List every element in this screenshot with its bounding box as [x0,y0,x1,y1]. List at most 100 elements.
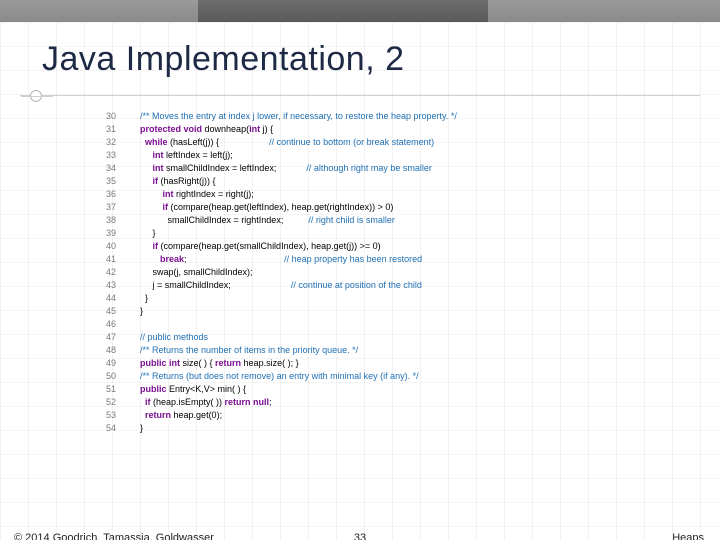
code-text [130,358,140,368]
code-text: ; [184,254,284,264]
code-line: 45 } [90,305,666,318]
page-title: Java Implementation, 2 [42,40,405,79]
code-line: 35 if (hasRight(j)) { [90,175,666,188]
code-text [130,397,145,407]
line-number: 34 [90,162,116,175]
code-line: 49 public int size( ) { return heap.size… [90,357,666,370]
code-line: 34 int smallChildIndex = leftIndex; // a… [90,162,666,175]
code-keyword: int [153,150,164,160]
code-line: 39 } [90,227,666,240]
line-number: 46 [90,318,116,331]
line-number: 36 [90,188,116,201]
code-text: (compare(heap.get(leftIndex), heap.get(r… [168,202,393,212]
slide-body: Java Implementation, 2 30 /** Moves the … [0,22,720,540]
line-number: 30 [90,110,116,123]
code-line: 44 } [90,292,666,305]
code-text: } [130,306,143,316]
footer-page-number: 33 [0,532,720,540]
code-keyword: return [215,358,241,368]
code-text: size( ) { [180,358,215,368]
code-line: 54 } [90,422,666,435]
code-comment: // public methods [140,332,208,342]
code-text: downheap( [202,124,249,134]
code-keyword: int [153,163,164,173]
code-text [130,189,163,199]
code-text [130,410,145,420]
code-text: heap.size( ); } [241,358,299,368]
code-text: } [130,228,156,238]
code-line: 30 /** Moves the entry at index j lower,… [90,110,666,123]
code-text: Entry<K,V> min( ) { [167,384,247,394]
code-comment: // right child is smaller [308,215,395,225]
code-keyword: return [145,410,171,420]
code-text: (hasRight(j)) { [158,176,216,186]
code-line: 32 while (hasLeft(j)) { // continue to b… [90,136,666,149]
code-text [130,345,140,355]
line-number: 49 [90,357,116,370]
code-text: (hasLeft(j)) { [168,137,270,147]
code-comment: // heap property has been restored [284,254,422,264]
code-text [130,254,160,264]
line-number: 47 [90,331,116,344]
code-line: 38 smallChildIndex = rightIndex; // righ… [90,214,666,227]
code-line: 51 public Entry<K,V> min( ) { [90,383,666,396]
code-keyword: public int [140,358,180,368]
code-line: 53 return heap.get(0); [90,409,666,422]
code-text: ; [269,397,272,407]
code-comment: /** Returns the number of items in the p… [140,345,358,355]
line-number: 45 [90,305,116,318]
title-bar-dark-segment [198,0,488,22]
code-text: j = smallChildIndex; [130,280,291,290]
code-line: 47 // public methods [90,331,666,344]
line-number: 31 [90,123,116,136]
code-keyword: protected void [140,124,202,134]
code-line: 33 int leftIndex = left(j); [90,149,666,162]
code-comment: // although right may be smaller [306,163,432,173]
line-number: 51 [90,383,116,396]
code-comment: // continue at position of the child [291,280,422,290]
code-line: 36 int rightIndex = right(j); [90,188,666,201]
code-text [130,176,153,186]
code-text: rightIndex = right(j); [174,189,254,199]
code-text [130,124,140,134]
code-line: 48 /** Returns the number of items in th… [90,344,666,357]
code-text [130,332,140,342]
code-line: 40 if (compare(heap.get(smallChildIndex)… [90,240,666,253]
code-text: swap(j, smallChildIndex); [130,267,253,277]
line-number: 32 [90,136,116,149]
code-text [130,371,140,381]
line-number: 43 [90,279,116,292]
line-number: 54 [90,422,116,435]
line-number: 35 [90,175,116,188]
code-keyword: return null [225,397,270,407]
code-line: 52 if (heap.isEmpty( )) return null; [90,396,666,409]
code-text: } [130,423,143,433]
code-keyword: public [140,384,167,394]
code-comment: /** Moves the entry at index j lower, if… [140,111,457,121]
code-keyword: int [249,124,260,134]
code-text [130,111,140,121]
line-number: 42 [90,266,116,279]
code-text [130,384,140,394]
code-comment: // continue to bottom (or break statemen… [269,137,434,147]
footer-section: Heaps [672,532,704,540]
line-number: 44 [90,292,116,305]
code-line: 31 protected void downheap(int j) { [90,123,666,136]
code-listing: 30 /** Moves the entry at index j lower,… [90,110,666,435]
code-line: 46 [90,318,666,331]
code-text: smallChildIndex = rightIndex; [130,215,308,225]
code-line: 43 j = smallChildIndex; // continue at p… [90,279,666,292]
code-keyword: break [160,254,184,264]
code-comment: /** Returns (but does not remove) an ent… [140,371,419,381]
code-text [130,137,145,147]
line-number: 53 [90,409,116,422]
code-text [130,150,153,160]
line-number: 41 [90,253,116,266]
code-text [130,163,153,173]
code-text: smallChildIndex = leftIndex; [164,163,307,173]
code-text: } [130,293,148,303]
title-bar-gradient [0,0,720,22]
line-number: 37 [90,201,116,214]
code-text: j) { [260,124,273,134]
line-number: 48 [90,344,116,357]
